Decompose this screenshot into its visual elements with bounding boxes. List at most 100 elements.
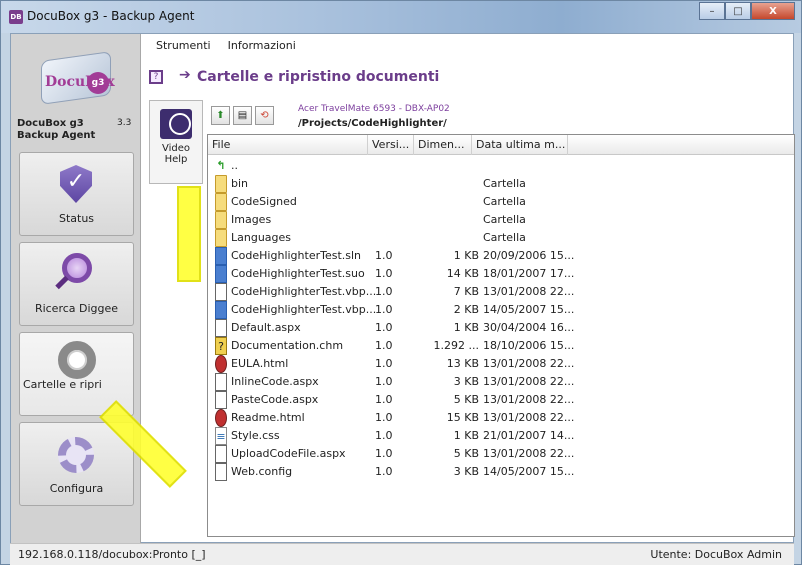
file-row[interactable]: CodeHighlighterTest.vbp... 1.0 7 KB 13/01/2… <box>208 283 794 301</box>
file-row[interactable]: Images Cartella <box>208 211 794 229</box>
doc-file-icon <box>215 445 227 463</box>
file-row[interactable]: Web.config 1.0 3 KB 14/05/2007 15... <box>208 463 794 481</box>
file-name: Images <box>231 213 272 226</box>
nav-ricerca-diggee[interactable]: Ricerca Diggee <box>19 242 134 326</box>
file-row[interactable]: Default.aspx 1.0 1 KB 30/04/2004 16... <box>208 319 794 337</box>
file-name: CodeHighlighterTest.suo <box>231 267 365 280</box>
page-help-icon[interactable]: ? <box>149 70 163 84</box>
file-date: 13/01/2008 22... <box>483 357 575 370</box>
lifebuoy-icon <box>58 341 96 379</box>
nav-configura-label: Configura <box>49 482 104 495</box>
file-row[interactable]: CodeSigned Cartella <box>208 193 794 211</box>
logo-badge: g3 <box>87 72 109 94</box>
file-size <box>428 193 479 211</box>
file-row[interactable]: ? Documentation.chm 1.0 1.292 ... 18/10/2006… <box>208 337 794 355</box>
video-help-button[interactable]: Video Help <box>149 100 203 184</box>
file-size: 1.292 ... <box>433 339 479 352</box>
file-name: PasteCode.aspx <box>231 393 319 406</box>
doc-file-icon <box>215 319 227 337</box>
file-date: 14/05/2007 15... <box>483 465 575 478</box>
title-bar[interactable]: DB DocuBox g3 - Backup Agent – □ X <box>1 1 801 33</box>
file-row[interactable]: CodeHighlighterTest.vbp... 1.0 2 KB 14/05/2… <box>208 301 794 319</box>
file-list[interactable]: File Versi... Dimen... Data ultima m... … <box>207 134 795 537</box>
file-date: Cartella <box>483 177 526 190</box>
docubox-logo: DocuBox g3 <box>37 50 117 106</box>
up-arrow-icon: ⬆ <box>216 110 225 121</box>
file-row[interactable]: Readme.html 1.0 15 KB 13/01/2008 22... <box>208 409 794 427</box>
app-version: 3.3 <box>117 118 132 128</box>
up-folder-button[interactable]: ⬆ <box>211 106 230 125</box>
doc-file-icon <box>215 373 227 391</box>
client-area: DocuBox g3 DocuBox g3 Backup Agent 3.3 ✓… <box>10 33 795 544</box>
file-size: 14 KB <box>446 267 479 280</box>
file-size: 15 KB <box>446 411 479 424</box>
up-file-icon: ↰ <box>216 159 226 172</box>
file-name: Default.aspx <box>231 321 301 334</box>
restore-button[interactable]: ⟲ <box>255 106 274 125</box>
file-version: 1.0 <box>375 267 393 280</box>
file-date: Cartella <box>483 195 526 208</box>
folder-file-icon <box>215 175 227 193</box>
file-date: 18/01/2007 17... <box>483 267 575 280</box>
file-size <box>428 229 479 247</box>
status-connection: 192.168.0.118/docubox:Pronto [_] <box>18 548 206 561</box>
file-name: Documentation.chm <box>231 339 344 352</box>
file-row[interactable]: InlineCode.aspx 1.0 3 KB 13/01/2008 22... <box>208 373 794 391</box>
minimize-button[interactable]: – <box>699 2 725 20</box>
print-button[interactable]: ▤ <box>233 106 252 125</box>
file-row[interactable]: ≡ Style.css 1.0 1 KB 21/01/2007 14... <box>208 427 794 445</box>
column-header-version[interactable]: Versi... <box>368 135 414 155</box>
maximize-button[interactable]: □ <box>725 2 751 20</box>
file-name: CodeHighlighterTest.vbp... <box>231 285 377 298</box>
doc-file-icon <box>215 283 227 301</box>
shield-check-icon: ✓ <box>60 165 92 203</box>
folder-file-icon <box>215 211 227 229</box>
file-row[interactable]: PasteCode.aspx 1.0 5 KB 13/01/2008 22... <box>208 391 794 409</box>
menu-strumenti[interactable]: Strumenti <box>156 39 211 52</box>
column-header-file[interactable]: File <box>208 135 368 155</box>
file-version: 1.0 <box>375 321 393 334</box>
status-bar: 192.168.0.118/docubox:Pronto [_] Utente:… <box>10 543 794 565</box>
file-version: 1.0 <box>375 465 393 478</box>
window-controls: – □ X <box>699 2 795 20</box>
file-row[interactable]: ↰.. <box>208 157 794 175</box>
file-size: 13 KB <box>446 357 479 370</box>
column-header-size[interactable]: Dimen... <box>414 135 472 155</box>
nav-status[interactable]: ✓ Status <box>19 152 134 236</box>
help-file-icon: ? <box>215 337 227 355</box>
sln-file-icon <box>215 265 227 283</box>
app-name: DocuBox g3 Backup Agent <box>17 118 96 141</box>
file-row[interactable]: EULA.html 1.0 13 KB 13/01/2008 22... <box>208 355 794 373</box>
file-name: Readme.html <box>231 411 305 424</box>
css-file-icon: ≡ <box>215 427 227 445</box>
file-name: CodeHighlighterTest.vbp... <box>231 303 377 316</box>
sln-file-icon <box>215 301 227 319</box>
menu-informazioni[interactable]: Informazioni <box>228 39 296 52</box>
sidebar: DocuBox g3 DocuBox g3 Backup Agent 3.3 ✓… <box>11 34 141 544</box>
html-file-icon <box>215 355 227 373</box>
file-row[interactable]: UploadCodeFile.aspx 1.0 5 KB 13/01/2008 22.… <box>208 445 794 463</box>
file-date: 18/10/2006 15... <box>483 339 575 352</box>
file-row[interactable]: CodeHighlighterTest.suo 1.0 14 KB 18/01/200… <box>208 265 794 283</box>
nav-cartelle-label: Cartelle e ripri <box>23 378 102 391</box>
file-name: UploadCodeFile.aspx <box>231 447 346 460</box>
file-version: 1.0 <box>375 339 393 352</box>
file-size: 1 KB <box>453 321 479 334</box>
page-title: Cartelle e ripristino documenti <box>197 69 440 85</box>
file-list-header: File Versi... Dimen... Data ultima m... <box>208 135 794 155</box>
file-date: 13/01/2008 22... <box>483 411 575 424</box>
file-date: Cartella <box>483 231 526 244</box>
restore-icon: ⟲ <box>260 110 269 121</box>
file-row[interactable]: bin Cartella <box>208 175 794 193</box>
file-date: 13/01/2008 22... <box>483 285 575 298</box>
file-date: 21/01/2007 14... <box>483 429 575 442</box>
printer-icon: ▤ <box>237 110 248 121</box>
column-header-date[interactable]: Data ultima m... <box>472 135 568 155</box>
close-button[interactable]: X <box>751 2 795 20</box>
file-version: 1.0 <box>375 393 393 406</box>
app-icon: DB <box>9 10 23 24</box>
file-row[interactable]: Languages Cartella <box>208 229 794 247</box>
file-name: bin <box>231 177 249 190</box>
file-row[interactable]: CodeHighlighterTest.sln 1.0 1 KB 20/09/2006… <box>208 247 794 265</box>
file-name: InlineCode.aspx <box>231 375 319 388</box>
